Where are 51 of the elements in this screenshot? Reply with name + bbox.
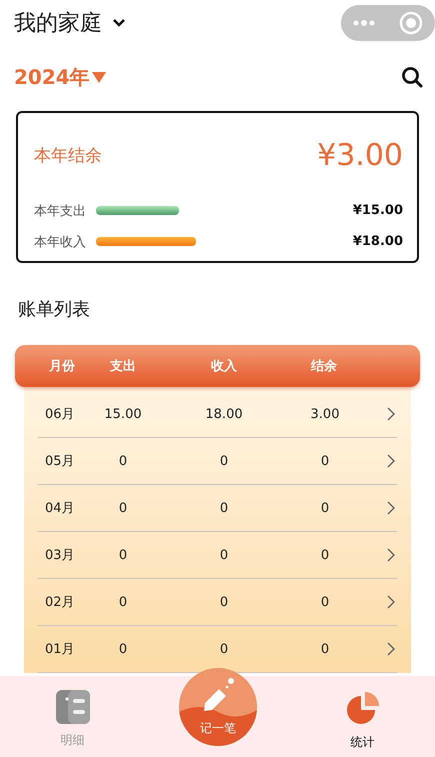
table-cell-text: 04月 bbox=[44, 500, 76, 517]
column-header: 月份 bbox=[48, 358, 76, 375]
tab-item[interactable]: 明细 bbox=[0, 676, 145, 757]
table-cell-text: 0 bbox=[218, 548, 230, 562]
column-header: 收入 bbox=[210, 358, 238, 375]
table-cell-text: 0 bbox=[320, 594, 330, 610]
search-icon[interactable] bbox=[401, 66, 423, 88]
table-cell-text: 01月 bbox=[44, 641, 76, 658]
table-cell-text: 0 bbox=[320, 454, 330, 468]
table-cell-text: 18.00 bbox=[204, 406, 244, 422]
summary-label: 本年结余 bbox=[34, 144, 102, 166]
table-cell-text: 0 bbox=[118, 642, 128, 656]
table-cell-text: 0 bbox=[118, 594, 128, 610]
year-selector[interactable]: 2024年 bbox=[14, 64, 106, 90]
summary-amount: ¥3.00 bbox=[317, 138, 403, 172]
column-header: 结余 bbox=[310, 358, 338, 375]
column-header: 支出 bbox=[109, 358, 137, 375]
table-cell-text: 3.00 bbox=[310, 406, 340, 422]
pie-chart-icon bbox=[344, 690, 380, 726]
table-cell-text: 05月 bbox=[44, 453, 76, 470]
tab-item[interactable]: 统计 bbox=[290, 676, 435, 757]
table-cell-text: 0 bbox=[118, 454, 128, 468]
dropdown-triangle-icon[interactable] bbox=[92, 72, 106, 82]
page-title: 我的家庭 bbox=[14, 10, 102, 38]
table-cell-text: 0 bbox=[320, 500, 330, 516]
table-cell-text: 0 bbox=[320, 548, 330, 562]
table-cell-text: 0 bbox=[218, 642, 230, 656]
chevron-right-icon[interactable] bbox=[387, 407, 395, 421]
table-cell-text: 06月 bbox=[44, 406, 76, 423]
chevron-right-icon[interactable] bbox=[387, 501, 395, 515]
table-cell-text: 0 bbox=[118, 548, 128, 562]
table-cell-text: 03月 bbox=[44, 547, 76, 564]
section-title: 账单列表 bbox=[18, 298, 91, 321]
line-label: 本年收入 bbox=[34, 234, 87, 250]
line-amount: ¥15.00 bbox=[352, 203, 403, 218]
line-amount: ¥18.00 bbox=[352, 234, 403, 249]
table-cell-text: 0 bbox=[320, 642, 330, 656]
line-label: 本年支出 bbox=[34, 202, 87, 220]
add-record-button[interactable]: 记一笔 bbox=[179, 668, 257, 746]
chevron-down-icon[interactable] bbox=[112, 18, 126, 28]
table-cell-text: 15.00 bbox=[103, 406, 143, 422]
chevron-right-icon[interactable] bbox=[387, 548, 395, 562]
chevron-right-icon[interactable] bbox=[387, 595, 395, 609]
chevron-right-icon[interactable] bbox=[387, 642, 395, 656]
table-cell-text: 0 bbox=[218, 454, 230, 468]
chevron-right-icon[interactable] bbox=[387, 454, 395, 468]
notebook-icon bbox=[56, 690, 90, 724]
table-cell-text: 02月 bbox=[44, 594, 76, 611]
table-cell-text: 0 bbox=[218, 594, 230, 610]
table-cell-text: 0 bbox=[118, 500, 128, 516]
table-cell-text: 0 bbox=[218, 500, 230, 516]
